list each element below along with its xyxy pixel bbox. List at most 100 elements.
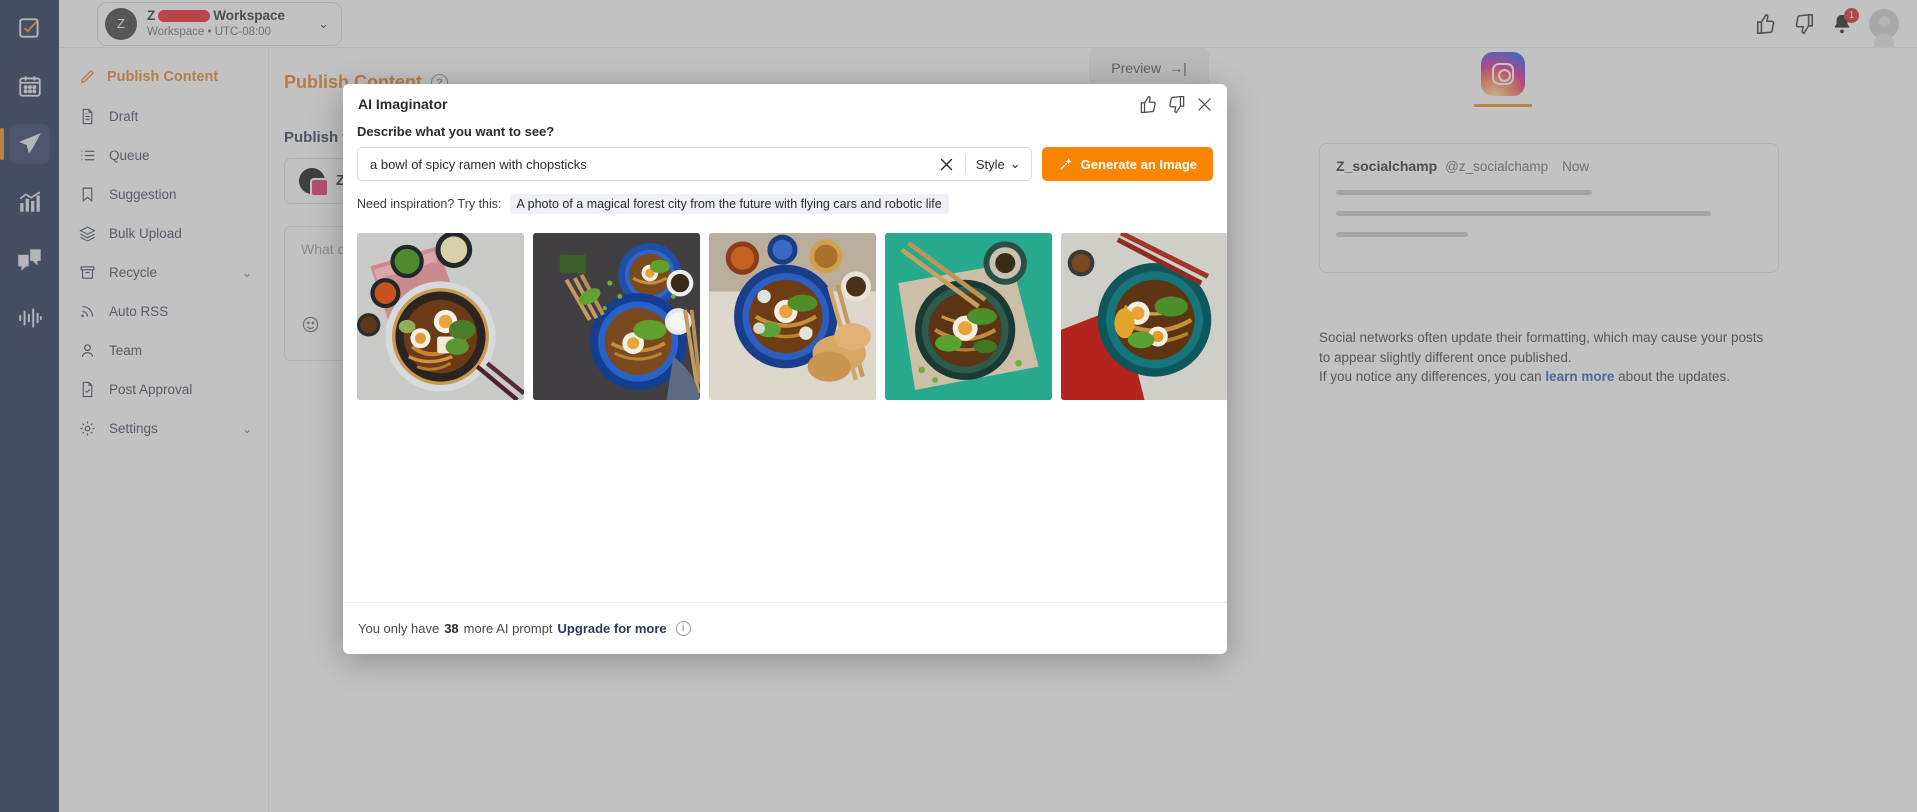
prompt-field-label: Describe what you want to see? [357,124,555,139]
generated-image-result[interactable] [533,233,700,400]
sidebar-item-bulk-upload[interactable]: Bulk Upload [59,214,268,253]
learn-more-link[interactable]: learn more [1545,369,1614,384]
style-dropdown-label: Style [975,156,1005,172]
calendar-icon [18,76,41,97]
rail-item-inbox[interactable] [10,240,50,280]
generated-image-result[interactable] [357,233,524,400]
sidebar-item-label: Suggestion [109,187,177,202]
sidebar-header-publish-content[interactable]: Publish Content [59,58,268,97]
doc-check-icon [82,381,93,398]
tab-preview[interactable]: Preview →| [1089,48,1209,88]
header-thumbs-down-button[interactable] [1793,13,1815,35]
rail-item-publish[interactable] [0,124,50,164]
notice-line-1: Social networks often update their forma… [1319,330,1764,345]
chevron-down-icon: ⌄ [318,15,329,31]
ramen-image-4 [885,233,1052,400]
inspiration-row: Need inspiration? Try this: A photo of a… [357,194,1213,214]
arrow-right-icon: →| [1169,60,1187,76]
generated-image-result[interactable] [885,233,1052,400]
close-icon[interactable] [1195,95,1214,114]
prompt-row: a bowl of spicy ramen with chopsticks St… [357,147,1213,181]
tab-preview-label: Preview [1111,60,1162,76]
generate-image-button[interactable]: Generate an Image [1041,147,1213,181]
avatar-body [1874,34,1894,47]
workspace-avatar: Z [105,7,137,40]
info-icon[interactable]: i [675,621,691,636]
clear-icon[interactable] [938,156,955,173]
sidebar-item-queue[interactable]: Queue [59,136,268,175]
rail-item-calendar[interactable] [10,66,50,106]
notice-line-2: to appear slightly different once publis… [1319,349,1572,365]
user-icon [81,344,94,357]
sidebar-item-label: Post Approval [109,382,193,397]
quota-text-mid: more AI prompt [463,621,553,636]
modal-body: Describe what you want to see? a bowl of… [343,124,1227,602]
preview-post-card: Z_socialchamp @z_socialchamp Now [1319,143,1779,273]
style-dropdown[interactable]: Style ⌄ [964,154,1021,174]
sidebar-item-auto-rss[interactable]: Auto RSS [59,292,268,331]
sidebar-item-suggestion[interactable]: Suggestion [59,175,268,214]
ramen-image-2 [533,233,700,400]
waveform-icon [18,308,42,328]
thumbs-up-icon[interactable] [1139,95,1158,114]
bookmark-icon [82,187,93,203]
sidebar-item-draft[interactable]: Draft [59,97,268,136]
prompt-input-wrapper[interactable]: a bowl of spicy ramen with chopsticks St… [357,147,1032,181]
notice-line-3: If you notice any differences, you can l… [1319,367,1849,387]
rail-item-analytics[interactable] [10,182,50,222]
workspace-name: Z Workspace [147,7,286,23]
thumbs-up-icon [1756,13,1775,34]
skeleton-line [1336,232,1469,237]
redaction-bar [158,10,211,23]
quota-text-pre: You only have [358,621,440,636]
magic-wand-icon [1059,157,1072,170]
gear-icon [80,421,95,436]
quota-count: 38 [444,621,459,636]
thumbs-down-icon [1795,13,1814,34]
sidebar-item-post-approval[interactable]: Post Approval [59,370,268,409]
skeleton-line [1336,211,1711,216]
inspiration-prompt-chip[interactable]: A photo of a magical forest city from th… [509,194,949,214]
sidebar-item-label: Recycle [109,265,158,280]
thumbs-down-icon[interactable] [1167,95,1186,114]
user-avatar[interactable] [1869,8,1899,47]
preview-post-name: Z_socialchamp [1336,158,1438,174]
sidebar-item-label: Bulk Upload [109,226,182,241]
rail-item-tasks[interactable] [10,8,50,48]
sidebar-item-label: Draft [109,109,139,124]
header-thumbs-up-button[interactable] [1755,13,1777,35]
generate-image-label: Generate an Image [1080,156,1197,172]
sidebar-item-settings[interactable]: Settings ⌄ [59,409,268,448]
generated-image-result[interactable] [1061,233,1227,400]
sidebar-item-label: Queue [109,148,150,163]
document-icon [82,108,93,125]
workspace-subtitle: Workspace • UTC-08:00 [147,25,271,38]
notification-badge: 1 [1844,7,1859,23]
chevron-down-icon: ⌄ [241,265,252,280]
prompt-input[interactable]: a bowl of spicy ramen with chopsticks [370,157,928,172]
modal-footer: You only have 38 more AI prompt Upgrade … [343,602,1227,654]
emoji-icon[interactable] [301,315,320,334]
generated-image-result[interactable] [709,233,876,400]
chevron-down-icon: ⌄ [241,421,252,436]
avatar-head [1878,15,1890,27]
chat-icon [17,249,41,271]
notice-line-3-post: about the updates. [1614,369,1731,385]
workspace-switcher[interactable]: Z Z Workspace Workspace • UTC-08:00 ⌄ [97,1,342,46]
active-channel-underline [1474,104,1532,107]
sidebar-item-recycle[interactable]: Recycle ⌄ [59,253,268,292]
sidebar-item-team[interactable]: Team [59,331,268,370]
send-icon [18,133,41,154]
preview-post-handle: @z_socialchamp [1445,159,1549,174]
instagram-channel-icon[interactable] [1481,52,1525,96]
notifications-button[interactable]: 1 [1831,7,1859,35]
list-icon [81,150,95,161]
layers-icon [79,226,96,242]
modal-header: AI Imaginator [343,84,1227,124]
chevron-down-icon: ⌄ [1009,156,1021,171]
account-avatar [299,168,329,197]
rail-item-monitor[interactable] [10,298,50,338]
upgrade-link[interactable]: Upgrade for more [558,621,667,636]
sidebar-item-label: Auto RSS [109,304,169,319]
skeleton-line [1336,190,1592,195]
